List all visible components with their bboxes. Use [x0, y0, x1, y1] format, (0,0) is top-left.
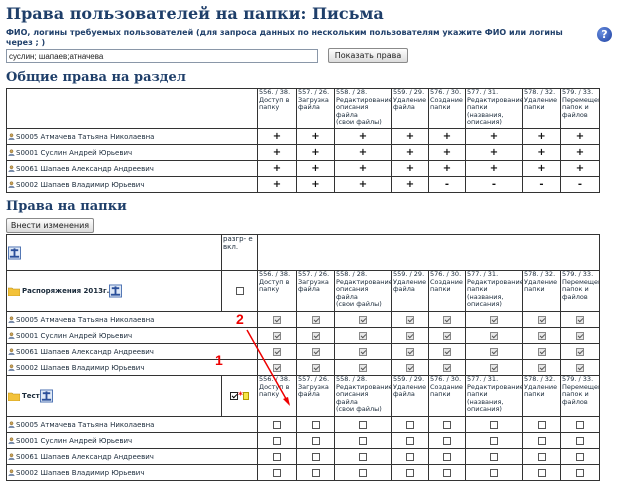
annotation-arrow: [246, 329, 290, 406]
